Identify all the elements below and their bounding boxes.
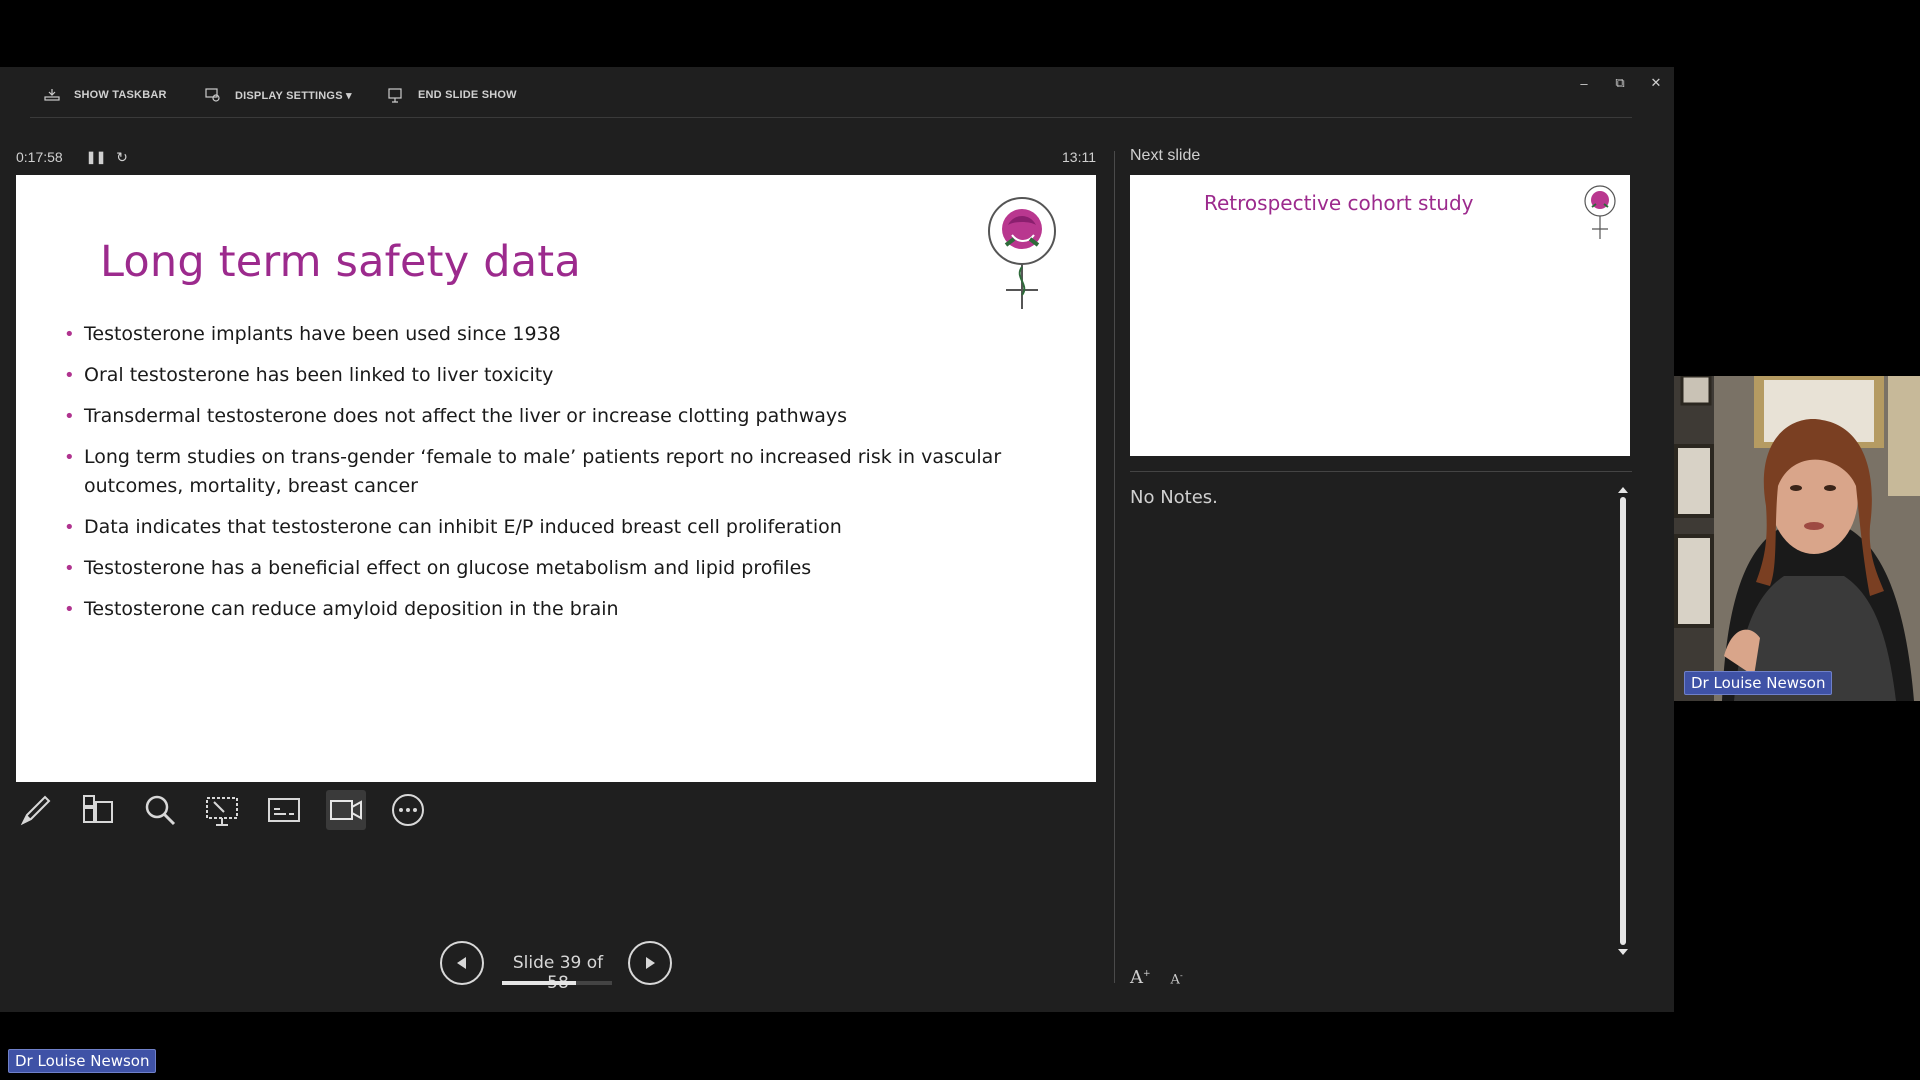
pen-tool-button[interactable] [16,790,56,830]
slide-navigation: Slide 39 of 58 [440,941,680,993]
toolbar-divider [30,117,1632,118]
minimize-icon[interactable]: – [1574,73,1594,93]
bullet-item: Long term studies on trans-gender ‘femal… [64,443,1004,501]
next-slide-label: Next slide [1130,147,1201,164]
presenter-tools [16,787,428,833]
zoom-button[interactable] [140,790,180,830]
slide-progress-bar [502,981,612,985]
elapsed-timer: 0:17:58 [16,149,63,165]
previous-slide-button[interactable] [440,941,484,985]
decrease-font-button[interactable]: A- [1171,967,1183,988]
magnifier-icon [145,795,176,826]
scroll-down-icon[interactable] [1618,949,1628,955]
subtitles-icon [268,798,300,822]
decrease-font-label: A [1170,972,1180,988]
rose-logo-small [1584,185,1616,239]
display-settings-button[interactable]: DISPLAY SETTINGS ▾ [205,83,352,107]
triangle-left-icon [457,957,466,969]
next-slide-preview[interactable]: Retrospective cohort study [1130,175,1630,456]
show-taskbar-label: SHOW TASKBAR [74,89,167,101]
bullet-item: Testosterone has a beneficial effect on … [64,554,1004,583]
subtitles-button[interactable] [264,790,304,830]
increase-font-button[interactable]: A+ [1130,967,1151,988]
slide-counter[interactable]: Slide 39 of 58 [502,953,614,993]
bullet-item: Testosterone can reduce amyloid depositi… [64,595,1004,624]
increase-font-label: A [1130,967,1143,988]
notes-divider[interactable] [1130,471,1632,472]
pane-divider[interactable] [1114,151,1115,983]
pointer-options-button[interactable] [202,790,242,830]
slide-progress-fill [502,981,576,985]
see-all-slides-button[interactable] [78,790,118,830]
close-icon[interactable]: ✕ [1646,73,1666,93]
slide-bullet-list: Testosterone implants have been used sin… [64,320,1004,636]
camera-toggle-button[interactable] [326,790,366,830]
pause-icon[interactable]: ❚❚ [86,147,106,167]
webcam-image [1674,376,1920,701]
end-slide-show-button[interactable]: END SLIDE SHOW [388,83,517,107]
display-settings-label: DISPLAY SETTINGS ▾ [235,89,352,102]
bullet-item: Testosterone implants have been used sin… [64,320,1004,349]
presentation-pointer-icon [206,797,238,826]
rose-logo [988,197,1056,309]
scroll-up-icon[interactable] [1618,487,1628,493]
next-slide-button[interactable] [628,941,672,985]
end-show-icon [388,88,402,103]
grid-slides-icon [83,795,113,823]
more-icon [392,794,424,826]
notes-font-controls: A+ A- [1130,967,1183,988]
presenter-toolbar: SHOW TASKBAR DISPLAY SETTINGS ▾ END SLID… [0,67,1674,117]
clock: 13:11 [1062,149,1096,165]
speaker-notes: No Notes. [1130,487,1218,508]
webcam-name-tag: Dr Louise Newson [1684,671,1833,695]
host-name-tag: Dr Louise Newson [8,1049,157,1073]
presenter-view-window: SHOW TASKBAR DISPLAY SETTINGS ▾ END SLID… [0,67,1674,1012]
notes-scrollbar[interactable] [1617,487,1629,955]
taskbar-icon [44,89,60,101]
bullet-item: Data indicates that testosterone can inh… [64,513,1004,542]
scrollbar-thumb[interactable] [1620,497,1626,945]
slide-title: Long term safety data [100,237,581,287]
next-slide-title: Retrospective cohort study [1204,191,1474,215]
bullet-item: Oral testosterone has been linked to liv… [64,361,1004,390]
restore-icon[interactable]: ⧉ [1610,73,1630,93]
triangle-right-icon [646,957,655,969]
show-taskbar-button[interactable]: SHOW TASKBAR [44,83,167,107]
display-settings-icon [205,88,220,102]
video-camera-icon [330,800,362,820]
end-slide-show-label: END SLIDE SHOW [418,89,517,101]
bullet-item: Transdermal testosterone does not affect… [64,402,1004,431]
timer-row: 0:17:58 ❚❚ ↻ 13:11 [16,147,1096,167]
pen-icon [20,795,51,826]
restart-timer-icon[interactable]: ↻ [112,147,132,167]
webcam-video: Dr Louise Newson [1674,376,1920,701]
more-options-button[interactable] [388,790,428,830]
current-slide[interactable]: Long term safety data Testosterone impla… [16,175,1096,782]
